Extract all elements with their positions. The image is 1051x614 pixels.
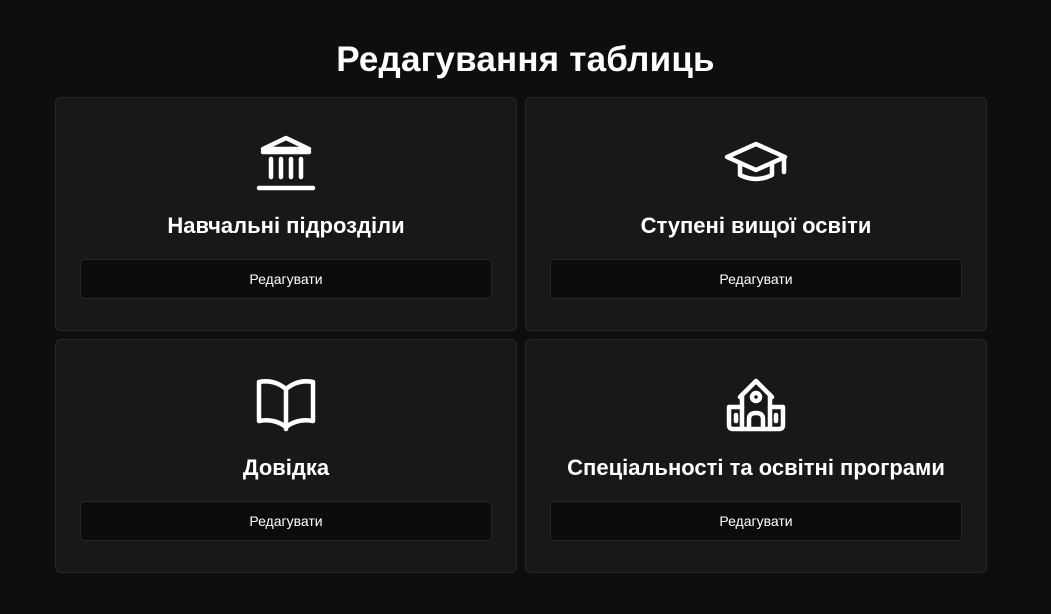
edit-button-departments[interactable]: Редагувати: [80, 259, 492, 299]
cards-grid: Навчальні підрозділи Редагувати Ступені …: [55, 97, 987, 573]
card-title: Спеціальності та освітні програми: [567, 455, 945, 480]
card-title: Навчальні підрозділи: [167, 213, 405, 238]
card-reference: Довідка Редагувати: [55, 339, 517, 573]
edit-button-degrees[interactable]: Редагувати: [550, 259, 962, 299]
card-title: Довідка: [242, 455, 330, 480]
page: Редагування таблиць Навчальні підрозділи…: [0, 0, 1051, 614]
graduation-cap-icon: [724, 131, 788, 195]
card-specialties: Спеціальності та освітні програми Редагу…: [525, 339, 987, 573]
open-book-icon: [254, 373, 318, 437]
edit-button-reference[interactable]: Редагувати: [80, 501, 492, 541]
school-building-icon: [724, 373, 788, 437]
card-title: Ступені вищої освіти: [640, 213, 872, 238]
card-degrees: Ступені вищої освіти Редагувати: [525, 97, 987, 331]
edit-button-specialties[interactable]: Редагувати: [550, 501, 962, 541]
page-title: Редагування таблиць: [336, 40, 715, 79]
card-departments: Навчальні підрозділи Редагувати: [55, 97, 517, 331]
bank-building-icon: [254, 131, 318, 195]
